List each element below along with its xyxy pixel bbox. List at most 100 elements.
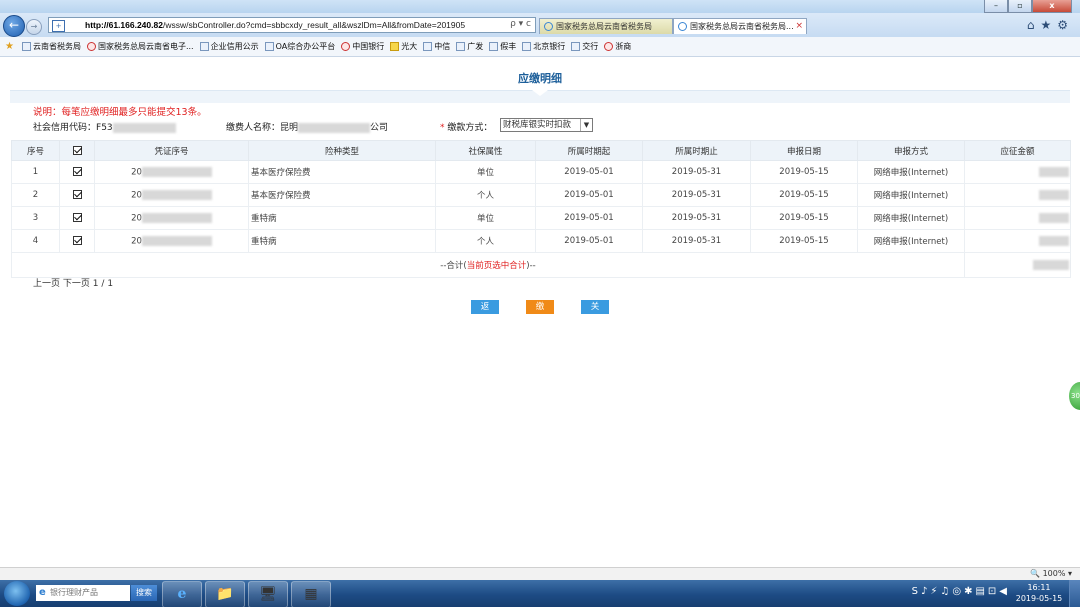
fav-item-oa-platform[interactable]: OA综合办公平台 bbox=[264, 41, 335, 52]
page-icon bbox=[456, 42, 466, 51]
col-header-start: 所属时期起 bbox=[535, 140, 643, 161]
col-header-amount: 应征金额 bbox=[964, 140, 1071, 161]
fav-item-yunnan-tax[interactable]: 云南省税务局 bbox=[21, 41, 81, 52]
col-header-declare-date: 申报日期 bbox=[750, 140, 858, 161]
home-star-gear-icons[interactable]: ⌂★⚙ bbox=[1027, 18, 1074, 32]
show-desktop-button[interactable] bbox=[1069, 580, 1080, 607]
window-titlebar: – ▫ x bbox=[0, 0, 1080, 13]
address-url[interactable]: http://61.166.240.82/wssw/sbController.d… bbox=[85, 20, 477, 30]
payment-method-label: * 缴款方式： bbox=[440, 123, 493, 133]
minimize-button[interactable]: – bbox=[984, 0, 1008, 13]
fav-item-boc[interactable]: 中国银行 bbox=[341, 41, 384, 52]
table-header-row: 序号 凭证序号 险种类型 社保属性 所属时期起 所属时期止 申报日期 申报方式 … bbox=[11, 140, 1071, 161]
row-checkbox[interactable] bbox=[59, 206, 95, 230]
checkbox-icon[interactable] bbox=[72, 190, 82, 199]
col-header-attr: 社保属性 bbox=[435, 140, 536, 161]
redacted-value bbox=[112, 122, 176, 133]
page-icon bbox=[423, 42, 433, 51]
explorer-taskbar-icon[interactable]: 📁 bbox=[205, 581, 245, 608]
tab-tax-bureau-1[interactable]: 国家税务总局云南省税务局 bbox=[539, 18, 673, 34]
row-checkbox[interactable] bbox=[59, 229, 95, 253]
close-window-button[interactable]: x bbox=[1032, 0, 1072, 13]
floating-widget[interactable]: 30 bbox=[1069, 382, 1080, 410]
table-row[interactable]: 1 20 基本医疗保险费 单位 2019-05-01 2019-05-31 20… bbox=[11, 160, 1071, 184]
payer-name: 缴费人名称：昆明 公司 bbox=[226, 122, 389, 133]
back-button[interactable]: 返回 bbox=[471, 300, 499, 326]
fav-item-hengfeng[interactable]: 假丰 bbox=[489, 41, 516, 52]
col-header-method: 申报方式 bbox=[857, 140, 965, 161]
start-button[interactable] bbox=[4, 581, 30, 606]
page-icon bbox=[489, 42, 499, 51]
row-checkbox[interactable] bbox=[59, 183, 95, 207]
ie-icon bbox=[678, 22, 687, 31]
table-row[interactable]: 3 20 重特病 单位 2019-05-01 2019-05-31 2019-0… bbox=[11, 206, 1071, 230]
chevron-down-icon[interactable]: ▼ bbox=[580, 119, 592, 131]
redacted-value bbox=[1039, 189, 1069, 200]
redacted-value bbox=[1039, 235, 1069, 246]
credit-code: 社会信用代码：F53 bbox=[33, 120, 176, 133]
zoom-level[interactable]: 🔍 100% ▾ bbox=[1030, 569, 1072, 578]
status-bar: 🔍 100% ▾ bbox=[0, 567, 1080, 581]
fav-item-bob[interactable]: 北京银行 bbox=[522, 41, 565, 52]
page-current: 1 bbox=[92, 279, 99, 289]
favorites-star-icon[interactable]: ★ bbox=[5, 41, 16, 52]
redacted-value bbox=[141, 212, 212, 223]
system-tray-icons[interactable]: S♪⚡♫◎✱▤⊡◀ bbox=[912, 586, 1010, 597]
redacted-value bbox=[141, 235, 212, 246]
ie-search-icon: e bbox=[39, 587, 46, 598]
table-row[interactable]: 2 20 基本医疗保险费 个人 2019-05-01 2019-05-31 20… bbox=[11, 183, 1071, 207]
next-page-link[interactable]: 下一页 bbox=[63, 279, 90, 289]
checkbox-icon[interactable] bbox=[72, 167, 82, 176]
tab-tax-bureau-2[interactable]: 国家税务总局云南省税务局... × bbox=[673, 18, 807, 34]
col-header-no: 序号 bbox=[11, 140, 60, 161]
fav-item-credit-publicity[interactable]: 企业信用公示 bbox=[199, 41, 259, 52]
app-taskbar-icon[interactable]: 🖥 bbox=[248, 581, 288, 608]
taskbar-clock[interactable]: 16:11 2019-05-15 bbox=[1012, 582, 1066, 604]
col-header-insurance: 险种类型 bbox=[248, 140, 436, 161]
checkbox-icon[interactable] bbox=[72, 213, 82, 222]
checkbox-icon[interactable] bbox=[72, 236, 82, 245]
page-total: 1 bbox=[107, 279, 114, 289]
excel-taskbar-icon[interactable]: ▦ bbox=[291, 581, 331, 608]
redacted-value bbox=[141, 189, 212, 200]
emblem-icon bbox=[86, 42, 96, 51]
address-bar[interactable]: + http://61.166.240.82/wssw/sbController… bbox=[48, 17, 536, 33]
close-button[interactable]: 关闭 bbox=[581, 300, 609, 326]
select-all-checkbox[interactable] bbox=[59, 140, 95, 161]
fav-item-citic[interactable]: 中信 bbox=[423, 41, 450, 52]
search-refresh-icon[interactable]: ρ ▾ c bbox=[510, 19, 531, 29]
fav-item-bocom[interactable]: 交行 bbox=[571, 41, 598, 52]
table-row[interactable]: 4 20 重特病 个人 2019-05-01 2019-05-31 2019-0… bbox=[11, 229, 1071, 253]
pay-button[interactable]: 缴款 bbox=[526, 300, 554, 326]
fav-item-everbright[interactable]: 光大 bbox=[390, 41, 417, 52]
forward-arrow-icon[interactable]: → bbox=[26, 19, 42, 35]
pagination: 上一页 下一页 1 / 1 bbox=[33, 279, 114, 289]
close-tab-icon[interactable]: × bbox=[795, 19, 803, 34]
col-header-voucher: 凭证序号 bbox=[94, 140, 249, 161]
page-icon bbox=[522, 42, 532, 51]
favorites-bar: ★ 云南省税务局 国家税务总局云南省电子... 企业信用公示 OA综合办公平台 … bbox=[0, 37, 1080, 57]
ie-taskbar-icon[interactable]: e bbox=[162, 581, 202, 608]
page-icon bbox=[199, 42, 209, 51]
checkbox-icon[interactable] bbox=[72, 145, 82, 155]
redacted-value bbox=[298, 122, 371, 133]
row-checkbox[interactable] bbox=[59, 160, 95, 184]
prev-page-link[interactable]: 上一页 bbox=[33, 279, 60, 289]
everbright-icon bbox=[390, 42, 400, 51]
taskbar: e 银行理财产品 搜索 e 📁 🖥 ▦ S♪⚡♫◎✱▤⊡◀ 16:11 2019… bbox=[0, 580, 1080, 608]
compatibility-icon[interactable]: + bbox=[52, 20, 65, 32]
taskbar-search-button[interactable]: 搜索 bbox=[131, 585, 157, 601]
payment-method-select[interactable]: 财税库银实时扣款 ▼ bbox=[500, 118, 593, 132]
title-notch bbox=[532, 90, 548, 96]
fav-item-national-tax[interactable]: 国家税务总局云南省电子... bbox=[86, 41, 194, 52]
page-icon bbox=[21, 42, 31, 51]
bocom-icon bbox=[571, 42, 581, 51]
back-arrow-icon[interactable]: ← bbox=[3, 15, 25, 37]
taskbar-search-input[interactable]: e 银行理财产品 bbox=[36, 585, 130, 601]
fav-item-cgb[interactable]: 广发 bbox=[456, 41, 483, 52]
restore-button[interactable]: ▫ bbox=[1008, 0, 1032, 13]
payment-detail-table: 序号 凭证序号 险种类型 社保属性 所属时期起 所属时期止 申报日期 申报方式 … bbox=[11, 140, 1071, 278]
fav-item-czbank[interactable]: 浙商 bbox=[604, 41, 631, 52]
redacted-value bbox=[141, 166, 212, 177]
ie-icon bbox=[544, 22, 553, 31]
